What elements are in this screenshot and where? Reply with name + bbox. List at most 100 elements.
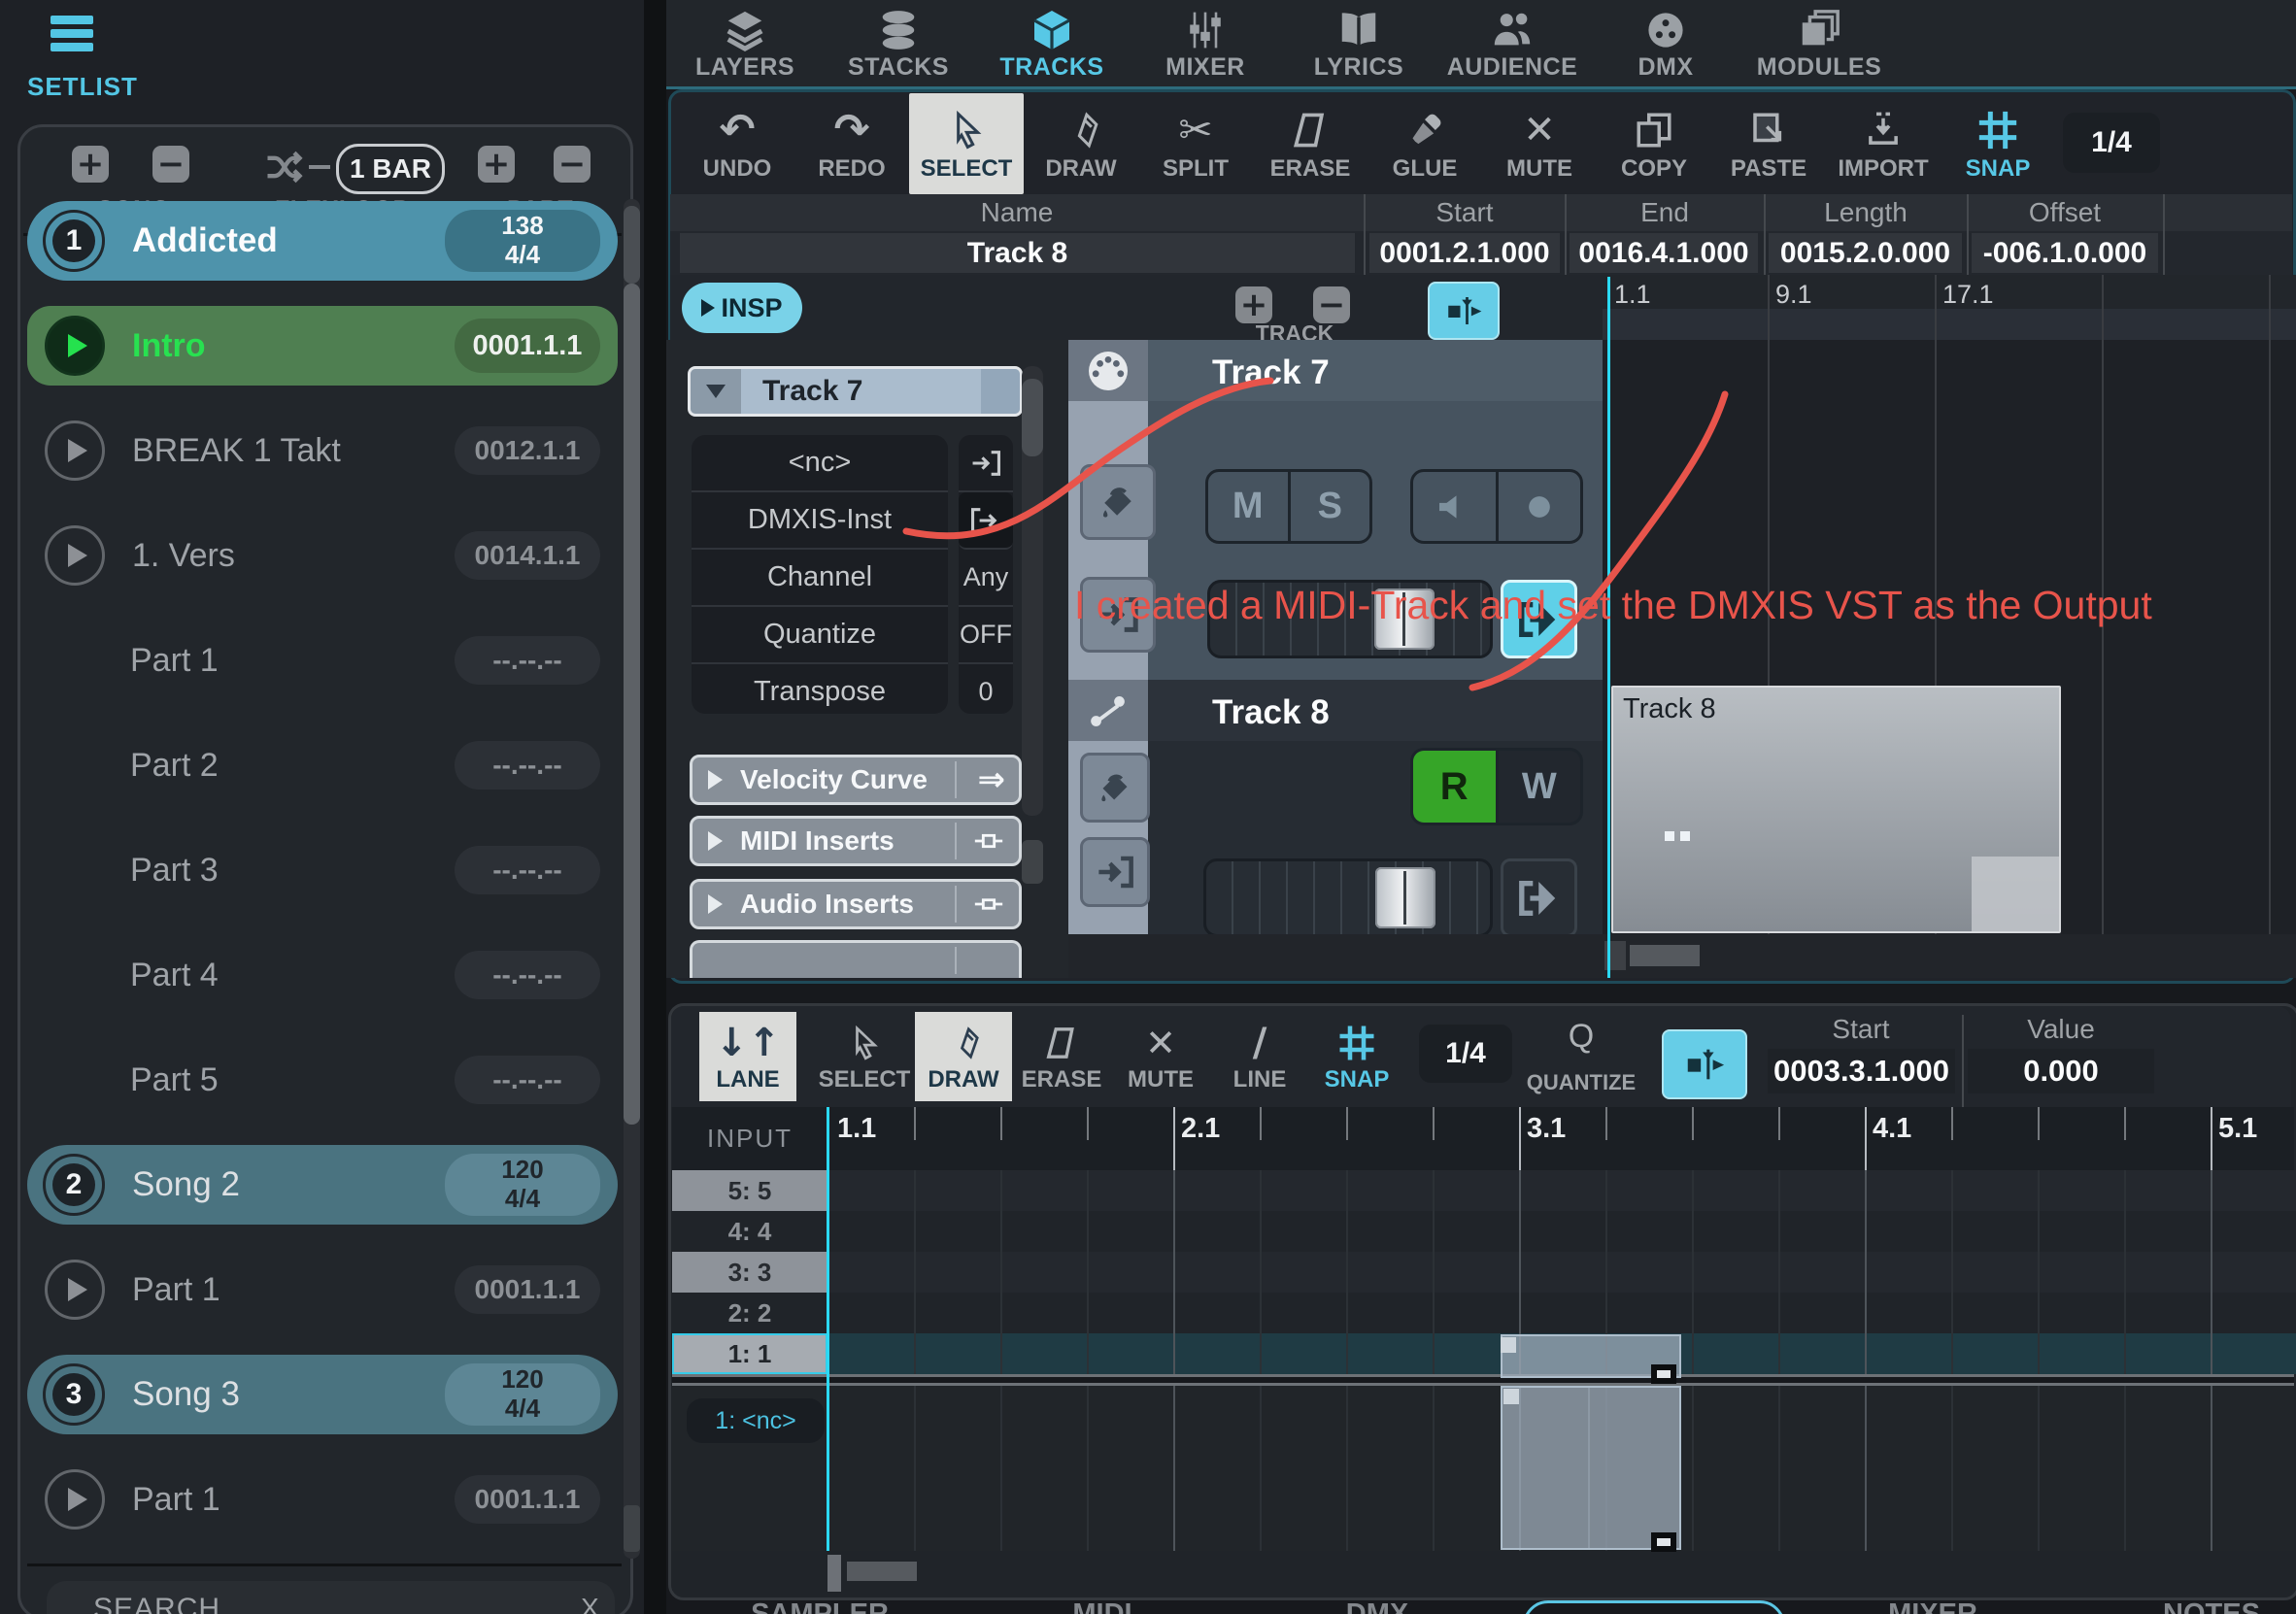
remove-song-button[interactable]: − bbox=[152, 146, 189, 183]
setlist-part[interactable]: Part 5 --.--.-- bbox=[27, 1040, 618, 1120]
track7-mute-button[interactable]: M bbox=[1208, 472, 1288, 541]
inspector-track-selector[interactable]: Track 7 bbox=[688, 366, 1023, 417]
split-tool-button[interactable]: ✂SPLIT bbox=[1138, 93, 1253, 194]
expand-triangle-icon[interactable] bbox=[708, 894, 723, 914]
event-name-value[interactable]: Track 8 bbox=[680, 233, 1355, 273]
draw-tool-button[interactable]: DRAW bbox=[1024, 93, 1138, 194]
add-part-button[interactable]: + bbox=[478, 146, 515, 183]
play-icon[interactable] bbox=[45, 316, 105, 376]
scrollbar-handle[interactable] bbox=[827, 1555, 841, 1592]
snap-value-button[interactable]: 1/4 bbox=[2063, 113, 2160, 173]
play-icon[interactable] bbox=[45, 1469, 105, 1530]
lane-label-5[interactable]: 5: 5 bbox=[672, 1170, 827, 1211]
setlist-menu-icon[interactable] bbox=[51, 16, 93, 56]
event-offset-value[interactable]: -006.1.0.000 bbox=[1972, 233, 2158, 273]
setlist-song-addicted[interactable]: 1 Addicted 1384/4 bbox=[27, 201, 618, 281]
flexloop-length-button[interactable]: 1 BAR bbox=[336, 144, 445, 194]
scrollbar-thumb[interactable] bbox=[1022, 840, 1043, 884]
track7-solo-button[interactable]: S bbox=[1288, 472, 1370, 541]
lane-label-4[interactable]: 4: 4 bbox=[672, 1211, 827, 1252]
inspector-row-quantize[interactable]: Quantize bbox=[692, 607, 948, 664]
midi-inserts-section[interactable]: MIDI Inserts bbox=[690, 816, 1022, 866]
event-end-value[interactable]: 0016.4.1.000 bbox=[1570, 233, 1758, 273]
line-tool-button[interactable]: /LINE bbox=[1211, 1012, 1308, 1101]
select-tool-button[interactable]: SELECT bbox=[816, 1012, 913, 1101]
input-icon[interactable] bbox=[959, 435, 1013, 492]
automation-block-lower[interactable] bbox=[1501, 1386, 1681, 1550]
block-handle[interactable] bbox=[1503, 1389, 1519, 1404]
import-button[interactable]: IMPORT bbox=[1826, 93, 1941, 194]
audio-inserts-section[interactable]: Audio Inserts bbox=[690, 879, 1022, 929]
remove-part-button[interactable]: − bbox=[554, 146, 591, 183]
lane-divider[interactable] bbox=[672, 1374, 2294, 1386]
setlist-part[interactable]: 1. Vers 0014.1.1 bbox=[27, 516, 618, 595]
quantize-value[interactable]: OFF bbox=[959, 607, 1013, 664]
erase-tool-button[interactable]: ERASE bbox=[1013, 1012, 1110, 1101]
transpose-value[interactable]: 0 bbox=[959, 664, 1013, 720]
tab-dmx[interactable]: DMX bbox=[1346, 1598, 1408, 1614]
play-icon[interactable] bbox=[45, 420, 105, 481]
scrollbar-thumb[interactable] bbox=[1630, 945, 1700, 966]
chevron-down-icon[interactable] bbox=[691, 369, 741, 414]
tab-modules[interactable]: MODULES bbox=[1742, 4, 1896, 84]
slider-thumb[interactable] bbox=[1375, 867, 1435, 928]
paste-button[interactable]: PASTE bbox=[1711, 93, 1826, 194]
track8-volume-slider[interactable] bbox=[1203, 858, 1493, 937]
setlist-song-3[interactable]: 3 Song 3 1204/4 bbox=[27, 1355, 618, 1434]
lane-tool-button[interactable]: ↓↑LANE bbox=[699, 1012, 796, 1101]
block-handle[interactable] bbox=[1501, 1337, 1516, 1353]
track8-read-button[interactable]: R bbox=[1413, 751, 1496, 823]
expand-triangle-icon[interactable] bbox=[708, 770, 723, 790]
event-start-value[interactable]: 0001.2.1.000 bbox=[1369, 233, 1560, 273]
snap-toggle-button[interactable]: SNAP bbox=[1308, 1012, 1405, 1101]
velocity-curve-section[interactable]: Velocity Curve ⇒ bbox=[690, 755, 1022, 805]
play-icon[interactable] bbox=[45, 525, 105, 586]
quantize-q-label[interactable]: Q bbox=[1569, 1018, 1594, 1056]
setlist-part[interactable]: Part 1 0001.1.1 bbox=[27, 1460, 618, 1539]
block-resize-handle[interactable] bbox=[1651, 1364, 1676, 1384]
copy-button[interactable]: COPY bbox=[1597, 93, 1711, 194]
scrollbar-thumb[interactable] bbox=[624, 1505, 640, 1552]
setlist-part[interactable]: Part 1 0001.1.1 bbox=[27, 1250, 618, 1329]
snap-value-button[interactable]: 1/4 bbox=[1419, 1025, 1512, 1083]
start-value[interactable]: 0003.3.1.000 bbox=[1768, 1049, 1955, 1093]
redo-button[interactable]: ↷REDO bbox=[794, 93, 909, 194]
snap-toggle-button[interactable]: SNAP bbox=[1941, 93, 2055, 194]
setlist-part-intro[interactable]: Intro 0001.1.1 bbox=[27, 306, 618, 386]
tab-dmx[interactable]: DMX bbox=[1589, 4, 1742, 84]
erase-tool-button[interactable]: ERASE bbox=[1253, 93, 1367, 194]
tab-automation-active[interactable]: AUTOMATION bbox=[1523, 1600, 1785, 1614]
block-resize-handle[interactable] bbox=[1651, 1532, 1676, 1552]
remove-track-button[interactable]: − bbox=[1313, 286, 1350, 323]
tab-notes[interactable]: NOTES bbox=[2163, 1598, 2260, 1614]
setlist-song-2[interactable]: 2 Song 2 1204/4 bbox=[27, 1145, 618, 1225]
tab-mixer[interactable]: MIXER bbox=[1129, 4, 1282, 84]
draw-tool-button[interactable]: DRAW bbox=[915, 1012, 1012, 1101]
glue-tool-button[interactable]: GLUE bbox=[1367, 93, 1482, 194]
autoscroll-button[interactable] bbox=[1428, 282, 1500, 340]
tab-layers[interactable]: LAYERS bbox=[668, 4, 822, 84]
collapsed-section-partial[interactable] bbox=[690, 940, 1022, 978]
tab-midi[interactable]: MIDI bbox=[1072, 1598, 1131, 1614]
setlist-part[interactable]: Part 3 --.--.-- bbox=[27, 830, 618, 910]
speaker-icon[interactable] bbox=[1413, 472, 1496, 541]
track8-name[interactable]: Track 8 bbox=[1212, 693, 1330, 732]
flexloop-shuffle-icon[interactable] bbox=[262, 146, 305, 188]
setlist-part[interactable]: BREAK 1 Takt 0012.1.1 bbox=[27, 411, 618, 490]
paint-bucket-icon[interactable] bbox=[1080, 753, 1150, 823]
inspector-row-transpose[interactable]: Transpose bbox=[692, 664, 948, 720]
tab-sampler[interactable]: SAMPLER bbox=[751, 1598, 889, 1614]
track8-clip[interactable]: Track 8 bbox=[1611, 686, 2061, 933]
tab-lyrics[interactable]: LYRICS bbox=[1282, 4, 1435, 84]
output-icon[interactable] bbox=[959, 492, 1013, 550]
add-song-button[interactable]: + bbox=[72, 146, 109, 183]
autoscroll-button[interactable] bbox=[1662, 1029, 1747, 1099]
value-value[interactable]: 0.000 bbox=[1968, 1049, 2154, 1093]
select-tool-button[interactable]: SELECT bbox=[909, 93, 1024, 194]
record-circle-icon[interactable] bbox=[1496, 472, 1581, 541]
track7-name[interactable]: Track 7 bbox=[1212, 353, 1330, 392]
lane-label-1-selected[interactable]: 1: 1 bbox=[672, 1333, 827, 1374]
scrollbar-thumb[interactable] bbox=[1022, 379, 1043, 456]
expand-triangle-icon[interactable] bbox=[708, 831, 723, 851]
track-input-icon[interactable] bbox=[1080, 837, 1150, 907]
